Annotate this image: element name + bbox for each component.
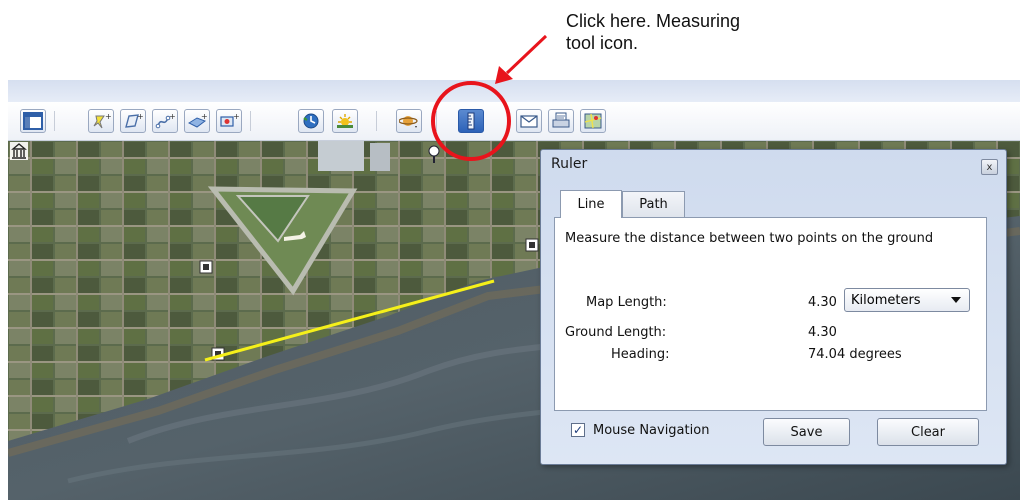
window-title-strip xyxy=(8,80,1020,102)
sunlight-icon[interactable] xyxy=(332,109,358,133)
chevron-down-icon xyxy=(951,297,961,303)
toolbar-separator xyxy=(250,111,251,131)
record-tour-icon[interactable]: + xyxy=(216,109,242,133)
toolbar-separator xyxy=(54,111,55,131)
toolbar: + + + + + xyxy=(8,102,1020,141)
polygon-icon[interactable]: + xyxy=(120,109,146,133)
sidebar-icon[interactable] xyxy=(20,109,46,133)
svg-text:+: + xyxy=(137,112,143,121)
ground-length-value: 4.30 xyxy=(808,325,837,340)
unit-select-value: Kilometers xyxy=(851,292,921,308)
map-length-label: Map Length: xyxy=(586,295,667,310)
description-text: Measure the distance between two points … xyxy=(565,231,934,246)
tab-line[interactable]: Line xyxy=(560,190,622,218)
annotation-line-1: Click here. Measuring xyxy=(566,11,741,31)
dialog-title: Ruler xyxy=(551,156,588,172)
historical-imagery-icon[interactable] xyxy=(298,109,324,133)
toolbar-separator xyxy=(436,111,437,131)
heading-label: Heading: xyxy=(611,347,670,362)
tab-path[interactable]: Path xyxy=(622,191,685,217)
annotation-arrow-icon xyxy=(505,34,548,75)
save-button[interactable]: Save xyxy=(763,418,850,446)
museum-marker-icon[interactable] xyxy=(10,142,28,160)
print-icon[interactable] xyxy=(548,109,574,133)
poi-marker-icon[interactable] xyxy=(199,260,213,274)
ruler-icon[interactable] xyxy=(458,109,484,133)
placemark-icon[interactable]: + xyxy=(88,109,114,133)
ruler-panel: Measure the distance between two points … xyxy=(554,217,987,411)
ground-length-label: Ground Length: xyxy=(565,325,667,340)
image-overlay-icon[interactable]: + xyxy=(184,109,210,133)
greenhouse xyxy=(370,143,390,171)
map-length-value: 4.30 xyxy=(808,295,837,310)
heading-value: 74.04 degrees xyxy=(808,347,902,362)
annotation-text: Click here. Measuring tool icon. xyxy=(566,10,826,54)
ruler-dialog: Ruler x Line Path Measure the distance b… xyxy=(540,149,1007,465)
path-icon[interactable]: + xyxy=(152,109,178,133)
mouse-navigation-label: Mouse Navigation xyxy=(593,423,710,438)
greenhouse xyxy=(318,141,364,171)
svg-text:+: + xyxy=(201,112,207,121)
svg-text:+: + xyxy=(169,112,175,121)
svg-text:+: + xyxy=(105,112,111,121)
poi-marker-icon[interactable] xyxy=(525,238,539,252)
close-icon: x xyxy=(986,161,993,173)
clear-button[interactable]: Clear xyxy=(877,418,979,446)
toolbar-separator xyxy=(376,111,377,131)
svg-text:+: + xyxy=(233,112,239,121)
planets-icon[interactable] xyxy=(396,109,422,133)
close-button[interactable]: x xyxy=(981,159,998,175)
unit-select[interactable]: Kilometers xyxy=(844,288,970,312)
annotation-line-2: tool icon. xyxy=(566,33,639,53)
email-icon[interactable] xyxy=(516,109,542,133)
google-earth-window: + + + + + Ruler x Line Path Measure the … xyxy=(8,80,1020,500)
mouse-navigation-checkbox[interactable]: ✓ xyxy=(571,423,585,437)
google-maps-icon[interactable] xyxy=(580,109,606,133)
